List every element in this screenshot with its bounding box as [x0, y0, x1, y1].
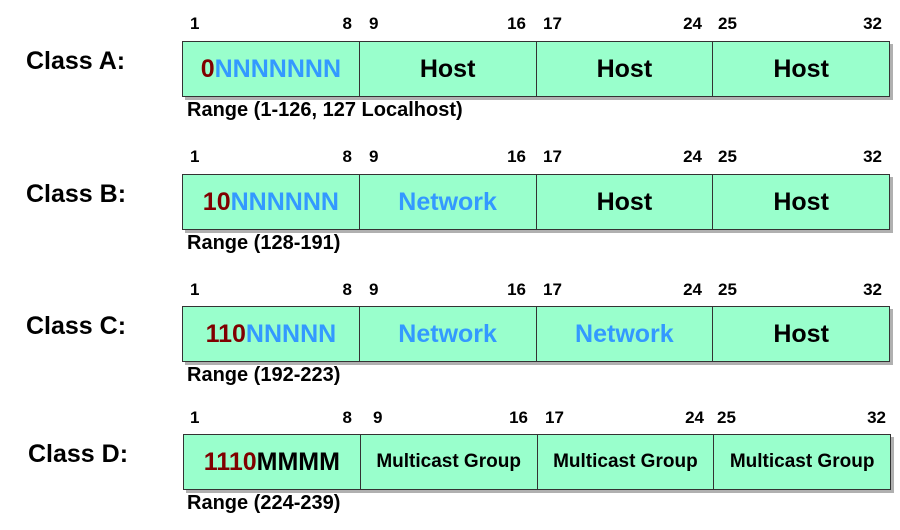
network-bits: NNNNNN — [230, 187, 339, 216]
class-prefix-bits: 110 — [205, 319, 246, 348]
bit-label: 8 — [342, 408, 352, 427]
bit-label: 16 — [507, 280, 526, 299]
class-prefix-bits: 1110 — [203, 447, 257, 476]
bit-label: 16 — [507, 147, 526, 166]
range-label: Range (192-223) — [187, 364, 341, 386]
class-b-block: Class B: 1 8 9 16 17 24 25 32 10 NNNNNN N… — [0, 133, 900, 263]
octet-3-cell: Network — [535, 307, 713, 361]
class-label: Class A: — [26, 47, 126, 75]
class-a-block: Class A: 1 8 9 16 17 24 25 32 0 NNNNNNN H… — [0, 0, 900, 130]
first-octet-cell: 0 NNNNNNN — [183, 42, 359, 96]
octet-2-cell: Network — [358, 175, 536, 229]
range-label: Range (128-191) — [187, 232, 341, 254]
bit-label: 32 — [867, 408, 886, 427]
range-label: Range (224-239) — [187, 492, 341, 514]
class-label: Class B: — [26, 180, 127, 208]
octet-4-cell: Multicast Group — [713, 435, 890, 489]
bit-label: 24 — [683, 14, 702, 33]
bit-label: 17 — [543, 280, 562, 299]
bit-label: 1 — [190, 408, 200, 427]
first-octet-cell: 10 NNNNNN — [183, 175, 359, 229]
octet-4-cell: Host — [712, 307, 889, 361]
bit-label: 16 — [507, 14, 526, 33]
first-octet-cell: 110 NNNNN — [183, 307, 359, 361]
bit-label: 25 — [717, 408, 736, 427]
bit-label: 17 — [543, 14, 562, 33]
bit-label: 17 — [543, 147, 562, 166]
class-prefix-bits: 10 — [202, 187, 231, 216]
octet-2-cell: Network — [358, 307, 536, 361]
bit-label: 8 — [342, 147, 352, 166]
multicast-bits: MMMM — [256, 447, 340, 476]
octet-4-cell: Host — [712, 175, 889, 229]
class-c-block: Class C: 1 8 9 16 17 24 25 32 110 NNNNN N… — [0, 266, 900, 396]
octet-3-cell: Multicast Group — [536, 435, 714, 489]
bit-label: 1 — [190, 280, 200, 299]
bit-label: 8 — [342, 14, 352, 33]
class-label: Class C: — [26, 312, 127, 340]
octet-4-cell: Host — [712, 42, 889, 96]
network-bits: NNNNN — [245, 319, 337, 348]
bit-label: 24 — [683, 147, 702, 166]
octet-3-cell: Host — [535, 175, 713, 229]
bit-label: 25 — [718, 147, 737, 166]
bit-label: 24 — [685, 408, 704, 427]
address-format-row: 10 NNNNNN Network Host Host — [182, 174, 890, 230]
address-format-row: 0 NNNNNNN Host Host Host — [182, 41, 890, 97]
bit-label: 9 — [369, 280, 379, 299]
address-format-row: 110 NNNNN Network Network Host — [182, 306, 890, 362]
bit-label: 9 — [373, 408, 383, 427]
bit-label: 9 — [369, 14, 379, 33]
bit-label: 25 — [718, 14, 737, 33]
bit-label: 1 — [190, 147, 200, 166]
first-octet-cell: 1110 MMMM — [184, 435, 360, 489]
octet-2-cell: Multicast Group — [359, 435, 537, 489]
bit-label: 16 — [509, 408, 528, 427]
range-label: Range (1-126, 127 Localhost) — [187, 99, 463, 121]
bit-label: 1 — [190, 14, 200, 33]
bit-label: 25 — [718, 280, 737, 299]
class-d-block: Class D: 1 8 9 16 17 24 25 32 1110 MMMM M… — [0, 396, 900, 526]
class-prefix-bits: 0 — [200, 54, 215, 83]
address-format-row: 1110 MMMM Multicast Group Multicast Group… — [183, 434, 891, 490]
octet-3-cell: Host — [535, 42, 713, 96]
bit-label: 32 — [863, 14, 882, 33]
bit-label: 24 — [683, 280, 702, 299]
bit-label: 9 — [369, 147, 379, 166]
bit-label: 32 — [863, 147, 882, 166]
bit-label: 32 — [863, 280, 882, 299]
bit-label: 8 — [342, 280, 352, 299]
bit-label: 17 — [545, 408, 564, 427]
octet-2-cell: Host — [358, 42, 536, 96]
network-bits: NNNNNNN — [214, 54, 342, 83]
class-label: Class D: — [28, 440, 129, 468]
